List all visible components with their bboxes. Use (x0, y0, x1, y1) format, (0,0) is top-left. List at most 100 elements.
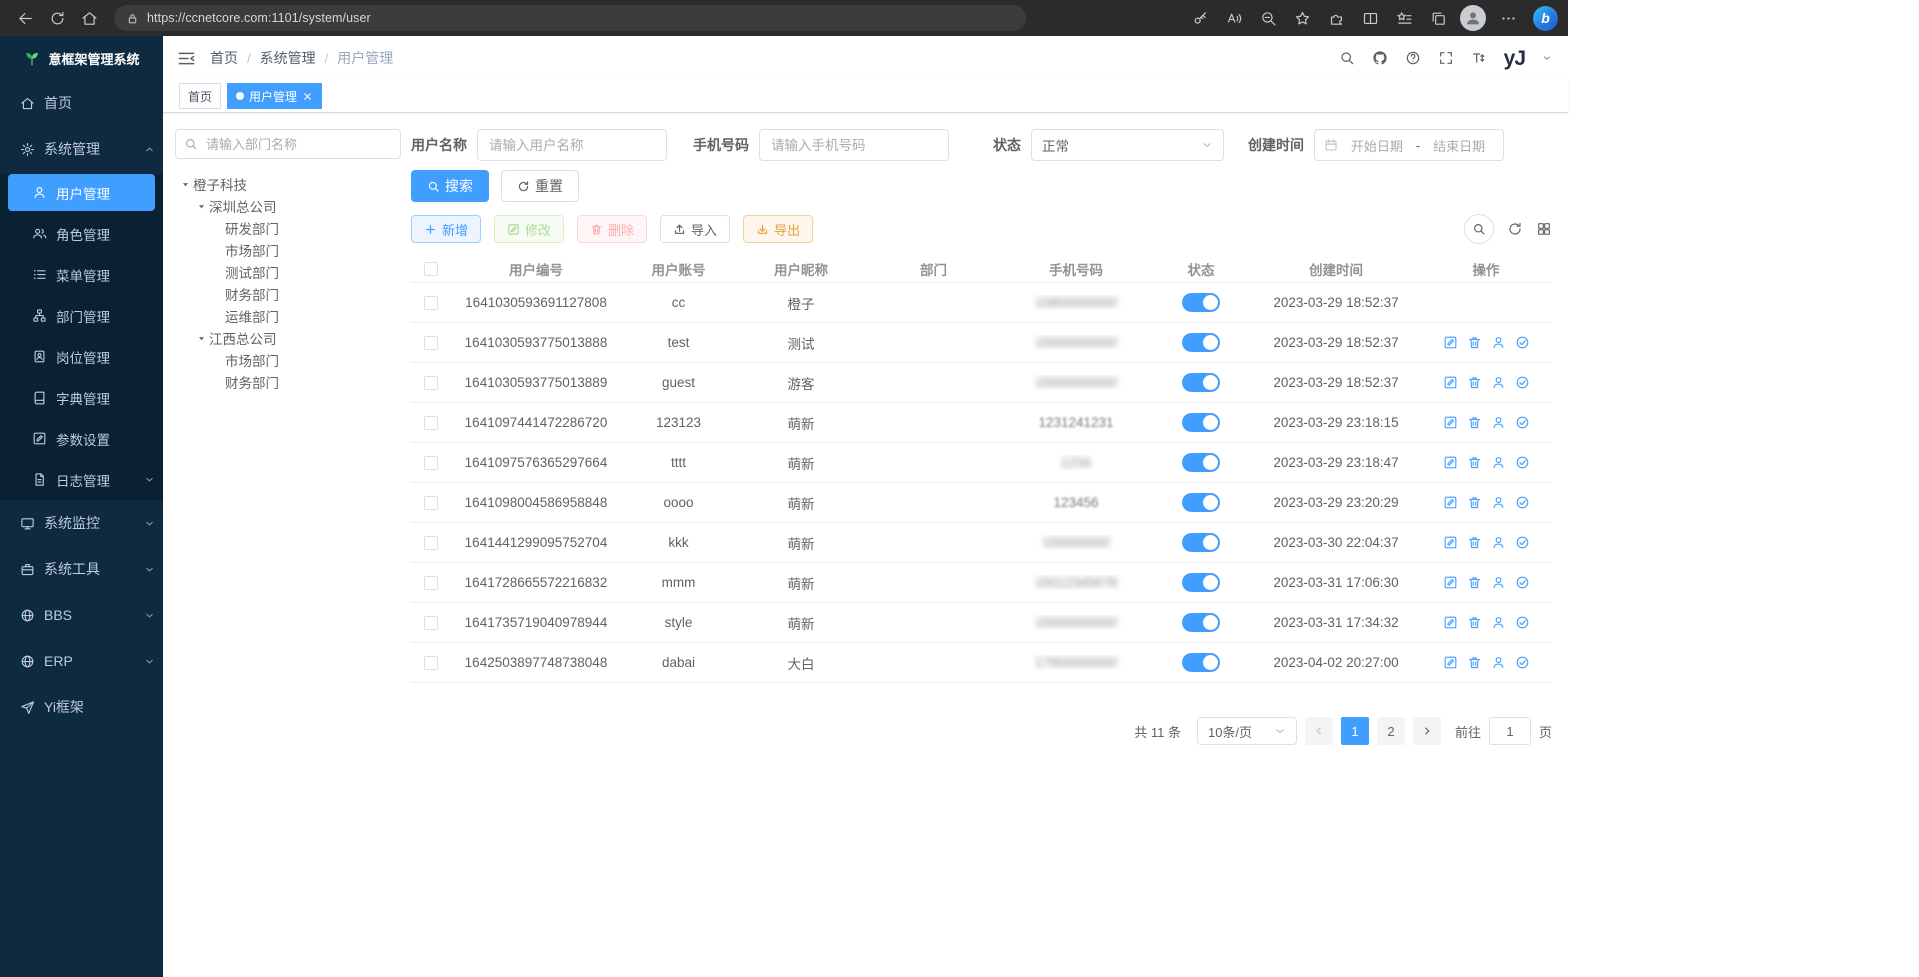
status-toggle[interactable] (1182, 653, 1220, 672)
tree-node[interactable]: 财务部门 (175, 283, 401, 305)
github-icon[interactable] (1372, 50, 1388, 66)
font-size-icon[interactable] (1471, 50, 1487, 66)
username-input[interactable] (477, 129, 667, 161)
row-edit-icon[interactable] (1443, 655, 1458, 670)
sidebar-item-log-mgmt[interactable]: 日志管理 (0, 459, 163, 500)
read-aloud-icon[interactable] (1219, 4, 1249, 32)
sidebar-item-post-mgmt[interactable]: 岗位管理 (0, 336, 163, 377)
sidebar-item-erp[interactable]: ERP (0, 638, 163, 684)
passwords-key-icon[interactable] (1185, 4, 1215, 32)
prev-page-button[interactable] (1305, 717, 1333, 745)
row-edit-icon[interactable] (1443, 335, 1458, 350)
phone-input[interactable] (759, 129, 949, 161)
tree-node[interactable]: 深圳总公司 (175, 195, 401, 217)
favorites-bar-icon[interactable] (1389, 4, 1419, 32)
row-checkbox[interactable] (424, 296, 438, 310)
row-checkbox[interactable] (424, 376, 438, 390)
table-row[interactable]: 1641098004586958848oooo萌新1234562023-03-2… (411, 483, 1552, 523)
tree-node[interactable]: 财务部门 (175, 371, 401, 393)
import-button[interactable]: 导入 (660, 215, 730, 243)
breadcrumb-item-home[interactable]: 首页 (210, 48, 238, 68)
table-row[interactable]: 1641030593775013888test测试150000000002023… (411, 323, 1552, 363)
tree-node[interactable]: 市场部门 (175, 349, 401, 371)
status-toggle[interactable] (1182, 613, 1220, 632)
help-icon[interactable] (1405, 50, 1421, 66)
row-assign-role-icon[interactable] (1515, 655, 1530, 670)
table-row[interactable]: 1641728665572216832mmm萌新150123456782023-… (411, 563, 1552, 603)
tab-close-icon[interactable] (302, 91, 313, 102)
tree-node[interactable]: 橙子科技 (175, 173, 401, 195)
reload-button[interactable] (42, 4, 72, 32)
row-assign-role-icon[interactable] (1515, 495, 1530, 510)
table-row[interactable]: 1642503897748738048dabai大白17800000000202… (411, 643, 1552, 683)
status-toggle[interactable] (1182, 413, 1220, 432)
status-toggle[interactable] (1182, 293, 1220, 312)
tab-user-mgmt[interactable]: 用户管理 (227, 83, 322, 109)
row-reset-password-icon[interactable] (1491, 535, 1506, 550)
status-toggle[interactable] (1182, 373, 1220, 392)
sidebar-item-user-mgmt[interactable]: 用户管理 (8, 174, 155, 211)
sidebar-item-bbs[interactable]: BBS (0, 592, 163, 638)
tree-node[interactable]: 研发部门 (175, 217, 401, 239)
zoom-out-icon[interactable] (1253, 4, 1283, 32)
sidebar-item-menu-mgmt[interactable]: 菜单管理 (0, 254, 163, 295)
sidebar-item-role-mgmt[interactable]: 角色管理 (0, 213, 163, 254)
row-assign-role-icon[interactable] (1515, 575, 1530, 590)
user-logo[interactable]: yJ (1504, 48, 1525, 69)
row-assign-role-icon[interactable] (1515, 335, 1530, 350)
row-reset-password-icon[interactable] (1491, 375, 1506, 390)
row-edit-icon[interactable] (1443, 415, 1458, 430)
caret-down-icon[interactable] (177, 176, 193, 192)
row-edit-icon[interactable] (1443, 615, 1458, 630)
table-row[interactable]: 1641735719040978944style萌新15000000000202… (411, 603, 1552, 643)
page-button-1[interactable]: 1 (1341, 717, 1369, 745)
row-checkbox[interactable] (424, 536, 438, 550)
caret-down-icon[interactable] (193, 198, 209, 214)
status-select[interactable]: 正常 (1031, 129, 1224, 161)
tree-node[interactable]: 运维部门 (175, 305, 401, 327)
next-page-button[interactable] (1413, 717, 1441, 745)
back-button[interactable] (10, 4, 40, 32)
row-edit-icon[interactable] (1443, 455, 1458, 470)
table-row[interactable]: 1641030593691127808cc橙子158000000002023-0… (411, 283, 1552, 323)
search-button[interactable]: 搜索 (411, 170, 489, 202)
table-row[interactable]: 1641097576365297664tttt萌新12342023-03-29 … (411, 443, 1552, 483)
row-edit-icon[interactable] (1443, 575, 1458, 590)
row-reset-password-icon[interactable] (1491, 575, 1506, 590)
extensions-icon[interactable] (1321, 4, 1351, 32)
row-assign-role-icon[interactable] (1515, 455, 1530, 470)
status-toggle[interactable] (1182, 573, 1220, 592)
sidebar-collapse-icon[interactable] (177, 49, 196, 68)
row-edit-icon[interactable] (1443, 375, 1458, 390)
delete-button[interactable]: 删除 (577, 215, 647, 243)
row-reset-password-icon[interactable] (1491, 615, 1506, 630)
sidebar-item-home[interactable]: 首页 (0, 80, 163, 126)
caret-down-icon[interactable] (193, 330, 209, 346)
more-options-icon[interactable] (1493, 4, 1523, 32)
date-range-picker[interactable]: 开始日期 - 结束日期 (1314, 129, 1504, 161)
reset-button[interactable]: 重置 (501, 170, 579, 202)
select-all-checkbox[interactable] (424, 262, 438, 276)
modify-button[interactable]: 修改 (494, 215, 564, 243)
split-screen-icon[interactable] (1355, 4, 1385, 32)
row-checkbox[interactable] (424, 616, 438, 630)
tree-node[interactable]: 测试部门 (175, 261, 401, 283)
table-row[interactable]: 1641030593775013889guest游客15000000000202… (411, 363, 1552, 403)
refresh-table-icon[interactable] (1507, 221, 1523, 237)
sidebar-item-dept-mgmt[interactable]: 部门管理 (0, 295, 163, 336)
table-row[interactable]: 1641441299095752704kkk萌新1500000002023-03… (411, 523, 1552, 563)
row-reset-password-icon[interactable] (1491, 455, 1506, 470)
copilot-icon[interactable]: b (1533, 6, 1558, 31)
favorites-icon[interactable] (1287, 4, 1317, 32)
user-menu-chevron-icon[interactable] (1542, 53, 1552, 63)
table-row[interactable]: 1641097441472286720123123萌新1231241231202… (411, 403, 1552, 443)
status-toggle[interactable] (1182, 453, 1220, 472)
tab-home[interactable]: 首页 (179, 83, 221, 109)
row-delete-icon[interactable] (1467, 655, 1482, 670)
goto-page-input[interactable] (1489, 717, 1531, 745)
column-settings-icon[interactable] (1536, 221, 1552, 237)
row-delete-icon[interactable] (1467, 495, 1482, 510)
page-size-select[interactable]: 10条/页 (1197, 717, 1297, 745)
address-bar[interactable]: https://ccnetcore.com:1101/system/user (114, 5, 1026, 31)
toggle-search-button[interactable] (1464, 214, 1494, 244)
